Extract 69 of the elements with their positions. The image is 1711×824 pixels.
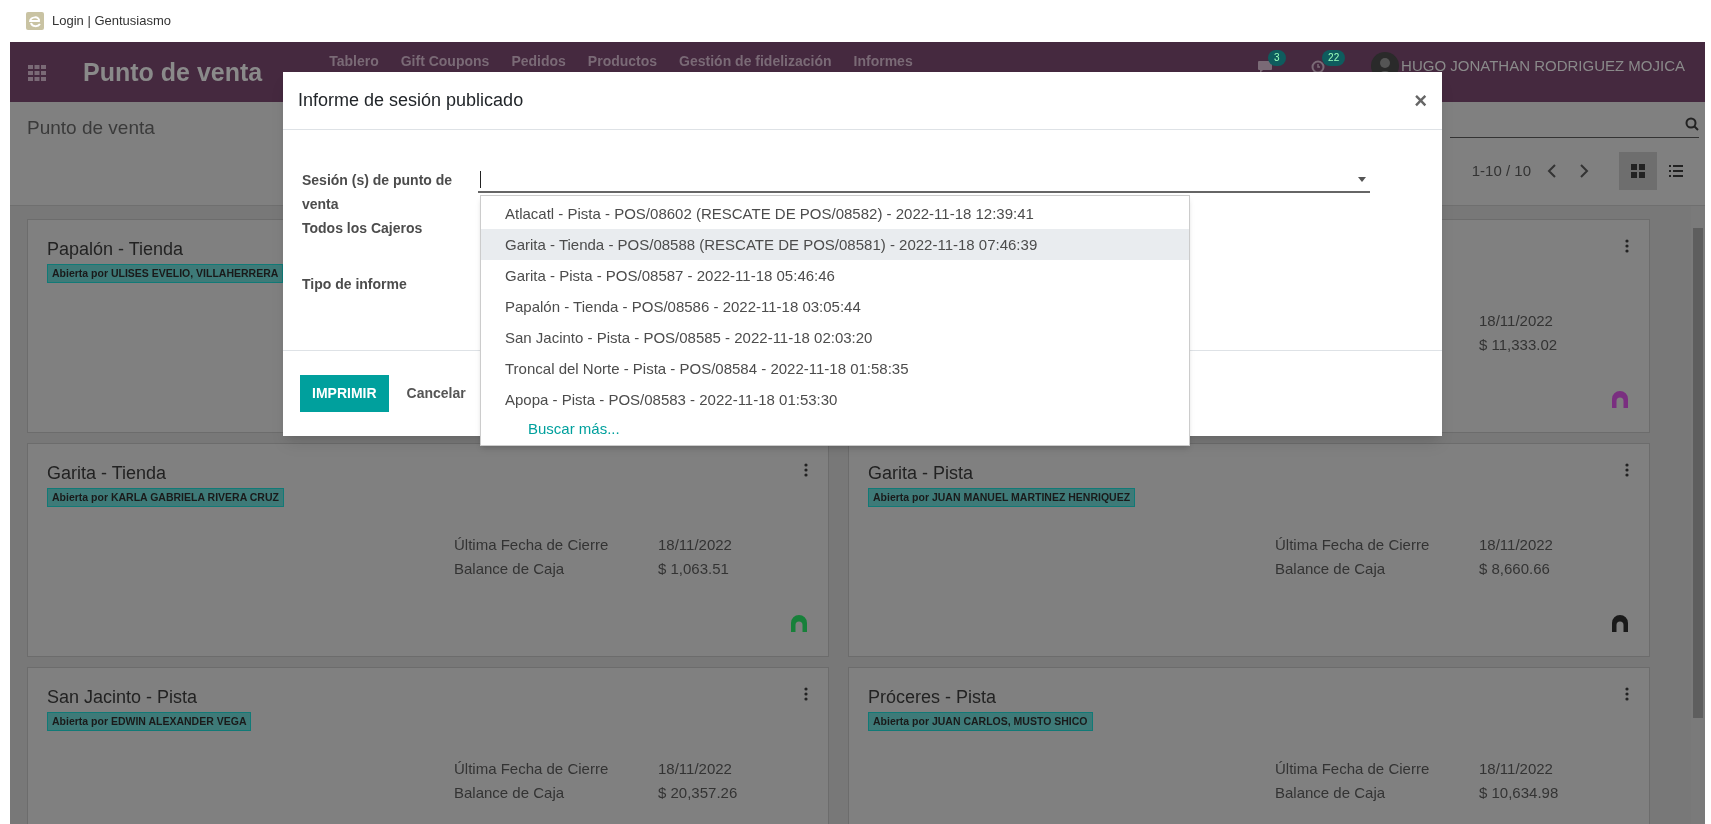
field-label: Última Fecha de Cierre [1275,759,1431,779]
more-options-icon[interactable] [1625,239,1629,253]
pager-value: 1-10 / 10 [1471,160,1531,181]
dropdown-option[interactable]: Garita - Tienda - POS/08588 (RESCATE DE POS/08581) - 2022-11-18 07:46:39 [481,229,1189,260]
text-cursor [480,171,481,188]
dropdown-option[interactable]: Garita - Pista - POS/08587 - 2022-11-18 05:46:46 [481,260,1189,291]
dropdown-option[interactable]: Troncal del Norte - Pista - POS/08584 - 2022-11-18 01:58:35 [481,353,1189,384]
field-label: Última Fecha de Cierre [454,535,610,555]
field-value: $ 11,333.02 [1479,335,1558,355]
session-badge: Abierta por JUAN MANUEL MARTINEZ HENRIQUEZ [868,488,1136,507]
session-badge: Abierta por JUAN CARLOS, MUSTO SHICO [868,712,1093,731]
field-label: Balance de Caja [454,783,566,803]
field-value: 18/11/2022 [658,759,733,779]
field-value: $ 8,660.66 [1479,559,1551,579]
dialog-title: Informe de sesión publicado [298,89,524,112]
cancel-button[interactable]: Cancelar [406,383,466,404]
field-label: Todos los Cajeros [302,219,423,238]
card-title: Papalón - Tienda [47,238,184,261]
chevron-right-icon[interactable] [1579,163,1589,179]
dropdown-option[interactable]: San Jacinto - Pista - POS/08585 - 2022-11-18 02:03:20 [481,322,1189,353]
more-options-icon[interactable] [1625,463,1629,477]
field-label: Tipo de informe [302,275,407,294]
clock-icon[interactable] [1311,60,1326,74]
more-options-icon[interactable] [804,463,808,477]
session-select-field[interactable] [478,168,1370,193]
dropdown-option[interactable]: Atlacatl - Pista - POS/08602 (RESCATE DE POS/08582) - 2022-11-18 12:39:41 [481,198,1189,229]
message-count-badge: 3 [1268,50,1286,66]
field-value: 18/11/2022 [658,535,732,555]
more-options-icon[interactable] [804,687,808,701]
search-more-link[interactable]: Buscar más... [528,417,620,441]
close-button[interactable]: × [1414,89,1427,112]
dropdown-option[interactable]: Apopa - Pista - POS/08583 - 2022-11-18 01:53:30 [481,384,1189,415]
kanban-view-button[interactable] [1619,152,1657,190]
card-title: Garita - Tienda [47,462,167,485]
print-button[interactable]: IMPRIMIR [300,375,389,412]
scrollbar-thumb[interactable] [1693,228,1703,718]
breadcrumb-title: Punto de venta [27,116,155,140]
card-title: San Jacinto - Pista [47,686,198,709]
field-label: Balance de Caja [1275,559,1387,579]
chat-bubble-icon[interactable] [1257,60,1274,74]
grid-view-icon [1631,164,1645,178]
field-value: 18/11/2022 [1479,535,1553,555]
field-label: Última Fecha de Cierre [1275,535,1431,555]
card-title: Garita - Pista [868,462,974,485]
card-title: Próceres - Pista [868,686,997,709]
session-badge: Abierta por EDWIN ALEXANDER VEGA [47,712,252,731]
more-options-icon[interactable] [1625,687,1629,701]
activity-count-badge: 22 [1322,50,1346,66]
field-value: 18/11/2022 [1479,759,1554,779]
field-value: $ 20,357.26 [658,783,738,803]
site-logo-icon [26,12,44,30]
caret-icon [1358,177,1366,182]
field-value: 18/11/2022 [1479,311,1554,331]
page-title: Login | Gentusiasmo [52,12,171,31]
field-label: Balance de Caja [454,559,566,579]
session-badge: Abierta por KARLA GABRIELA RIVERA CRUZ [47,488,284,507]
field-label: Sesión (s) de punto de venta [302,171,454,214]
list-view-icon [1669,165,1683,177]
search-icon [1685,116,1699,131]
apps-menu-icon[interactable] [28,65,46,81]
user-name[interactable]: HUGO JONATHAN RODRIGUEZ MOJICA [1401,52,1685,80]
field-label: Última Fecha de Cierre [454,759,610,779]
session-badge: Abierta por ULISES EVELIO, VILLAHERRERA [47,264,284,283]
field-label: Balance de Caja [1275,783,1387,803]
dropdown-option[interactable]: Papalón - Tienda - POS/08586 - 2022-11-18 03:05:44 [481,291,1189,322]
field-value: $ 10,634.98 [1479,783,1559,803]
field-value: $ 1,063.51 [658,559,730,579]
app-title: Punto de venta [83,57,263,88]
chevron-left-icon[interactable] [1547,163,1557,179]
